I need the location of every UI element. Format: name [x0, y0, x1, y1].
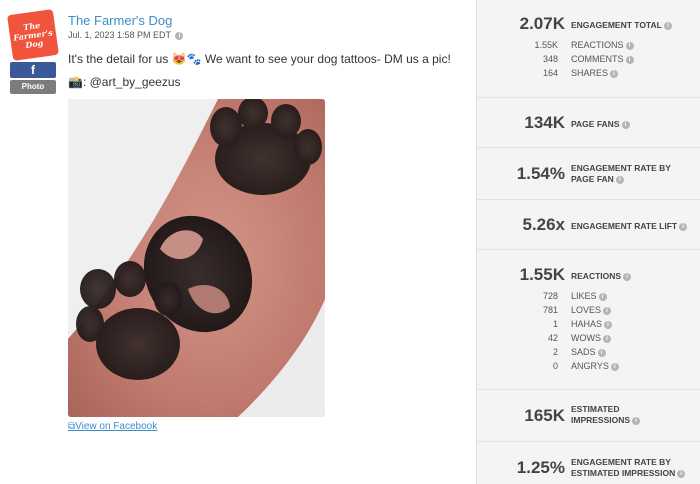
sub-value: 1	[552, 319, 558, 329]
metric-label: PAGE FANS i	[571, 119, 630, 130]
sub-value: 728	[542, 291, 558, 301]
metric-page-fans: 134K PAGE FANS i	[477, 98, 700, 148]
sub-label: LOVES i	[571, 305, 612, 315]
metric-label: ENGAGEMENT RATE LIFT i	[571, 221, 688, 232]
metric-value: 5.26x	[522, 215, 565, 234]
metrics-panel: 2.07K ENGAGEMENT TOTAL i 1.55K REACTIONS i…	[476, 0, 700, 484]
facebook-icon[interactable]: f	[10, 62, 56, 78]
metric-label: REACTIONS i	[571, 271, 632, 282]
metric-label: ENGAGEMENT RATE BY PAGE FAN i	[571, 163, 671, 184]
info-icon[interactable]: i	[632, 416, 641, 425]
view-link-label: View on Facebook	[75, 421, 158, 432]
info-icon[interactable]: i	[610, 69, 619, 78]
post-date: Jul. 1, 2023 1:58 PM EDT i	[68, 30, 184, 40]
sub-value: 164	[542, 68, 558, 78]
sub-value: 2	[552, 347, 558, 357]
metric-label: ENGAGEMENT TOTAL i	[571, 20, 672, 31]
post-panel: The Farmer's Dog f Photo The Farmer's Do…	[0, 0, 476, 484]
post-analytics-view: The Farmer's Dog f Photo The Farmer's Do…	[0, 0, 700, 484]
metric-value: 1.55K	[519, 265, 565, 284]
info-icon[interactable]: i	[598, 292, 607, 301]
sub-label: COMMENTS i	[571, 54, 634, 64]
metric-engagement-total: 2.07K ENGAGEMENT TOTAL i 1.55K REACTIONS i…	[477, 0, 700, 98]
sub-label: LIKES i	[571, 291, 607, 301]
info-icon[interactable]: i	[625, 55, 634, 64]
sub-label: SADS i	[571, 347, 606, 357]
tattoo-photo-illustration	[68, 99, 325, 417]
metric-engagement-rate-lift: 5.26x ENGAGEMENT RATE LIFT i	[477, 200, 700, 250]
info-icon[interactable]: i	[603, 334, 611, 343]
info-icon[interactable]: i	[603, 306, 612, 315]
info-icon[interactable]: i	[623, 272, 632, 281]
sub-label: ANGRYS i	[571, 361, 619, 371]
post-photo[interactable]	[68, 99, 325, 417]
metric-value: 1.54%	[516, 164, 565, 183]
sub-value: 1.55K	[534, 40, 558, 50]
metric-value: 2.07K	[519, 14, 565, 33]
post-credit: 📸: @art_by_geezus	[68, 75, 181, 89]
info-icon[interactable]: i	[597, 348, 606, 357]
metric-label: ESTIMATED IMPRESSIONS i	[571, 404, 641, 426]
sub-value: 781	[542, 305, 558, 315]
media-type-badge: Photo	[10, 80, 56, 94]
metric-value: 1.25%	[516, 458, 565, 477]
post-date-text: Jul. 1, 2023 1:58 PM EDT	[68, 30, 171, 40]
sub-label: REACTIONS i	[571, 40, 634, 50]
sub-label: WOWS i	[571, 333, 611, 343]
info-icon[interactable]: i	[679, 222, 688, 231]
info-icon[interactable]: i	[663, 21, 672, 30]
metric-reactions: 1.55K REACTIONS i 728 LIKES i 781 LOVES i 1…	[477, 250, 700, 390]
metric-value: 134K	[524, 113, 565, 132]
info-icon[interactable]: i	[175, 31, 184, 40]
info-icon[interactable]: i	[677, 469, 686, 478]
metric-label: ENGAGEMENT RATE BY ESTIMATED IMPRESSION i	[571, 457, 686, 479]
info-icon[interactable]: i	[621, 120, 630, 129]
sub-value: 0	[552, 361, 558, 371]
post-message: It's the detail for us 😻🐾 We want to see…	[68, 52, 451, 66]
metric-value: 165K	[524, 406, 565, 425]
info-icon[interactable]: i	[604, 320, 613, 329]
sub-value: 348	[542, 54, 558, 64]
info-icon[interactable]: i	[625, 41, 634, 50]
info-icon[interactable]: i	[615, 175, 624, 184]
info-icon[interactable]: i	[610, 362, 619, 371]
view-on-facebook-link[interactable]: ⧉View on Facebook	[68, 421, 157, 432]
metric-engagement-rate-by-page-fan: 1.54% ENGAGEMENT RATE BY PAGE FAN i	[477, 148, 700, 200]
sub-label: HAHAS i	[571, 319, 613, 329]
sub-value: 42	[547, 333, 558, 343]
sub-label: SHARES i	[571, 68, 619, 78]
metric-engagement-rate-by-impression: 1.25% ENGAGEMENT RATE BY ESTIMATED IMPRES…	[477, 442, 700, 484]
page-name-link[interactable]: The Farmer's Dog	[68, 13, 172, 28]
page-logo[interactable]: The Farmer's Dog	[7, 9, 59, 61]
metric-estimated-impressions: 165K ESTIMATED IMPRESSIONS i	[477, 390, 700, 442]
